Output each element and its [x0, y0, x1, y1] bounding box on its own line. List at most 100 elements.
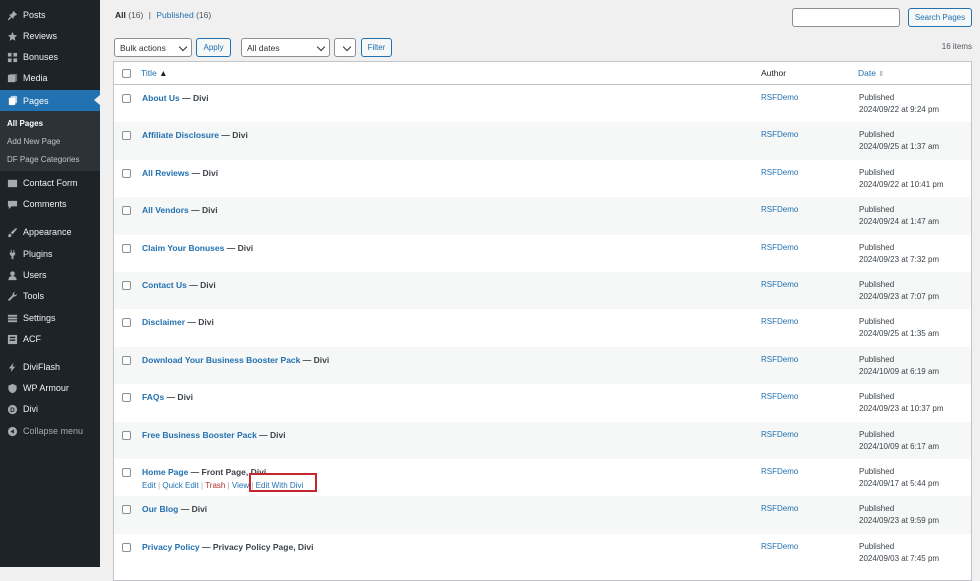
- sidebar-item-reviews[interactable]: Reviews: [0, 26, 100, 46]
- dates-select[interactable]: All dates: [241, 38, 330, 57]
- sidebar-item-users[interactable]: Users: [0, 265, 100, 285]
- row-checkbox[interactable]: [122, 206, 131, 216]
- row-author[interactable]: RSFDemo: [761, 130, 798, 139]
- sidebar-item-media[interactable]: Media: [0, 68, 100, 88]
- sidebar-item-pages[interactable]: Pages: [0, 90, 100, 111]
- sidebar-item-settings[interactable]: Settings: [0, 308, 100, 328]
- search-input[interactable]: [792, 8, 900, 27]
- row-checkbox[interactable]: [122, 355, 131, 365]
- row-checkbox[interactable]: [122, 393, 131, 403]
- page-title-link[interactable]: Contact Us: [142, 280, 187, 290]
- page-title-link[interactable]: Home Page: [142, 467, 188, 477]
- submenu-df-page-categories[interactable]: DF Page Categories: [7, 155, 79, 164]
- sidebar-item-posts[interactable]: Posts: [0, 5, 100, 25]
- row-title: About Us — Divi: [142, 93, 209, 103]
- action-sep: |: [158, 480, 161, 490]
- row-checkbox[interactable]: [122, 168, 131, 178]
- sidebar-item-appearance[interactable]: Appearance: [0, 222, 100, 242]
- row-checkbox[interactable]: [122, 318, 131, 328]
- select-all-checkbox[interactable]: [122, 69, 131, 78]
- bulk-actions-select[interactable]: Bulk actions: [114, 38, 192, 57]
- row-checkbox[interactable]: [122, 430, 131, 440]
- row-title: All Vendors — Divi: [142, 205, 218, 215]
- column-date[interactable]: Date ⇕: [858, 68, 884, 78]
- row-author[interactable]: RSFDemo: [761, 280, 798, 289]
- row-title: Affiliate Disclosure — Divi: [142, 130, 248, 140]
- sidebar-item-label: WP Armour: [23, 383, 69, 393]
- row-title: Claim Your Bonuses — Divi: [142, 243, 253, 253]
- sidebar-item-plugins[interactable]: Plugins: [0, 244, 100, 264]
- page-title-link[interactable]: Our Blog: [142, 504, 178, 514]
- page-title-link[interactable]: Privacy Policy: [142, 542, 200, 552]
- row-author[interactable]: RSFDemo: [761, 355, 798, 364]
- apply-button[interactable]: Apply: [196, 38, 231, 57]
- row-checkbox[interactable]: [122, 280, 131, 290]
- filter-published[interactable]: Published: [156, 10, 193, 20]
- page-state: — Divi: [186, 279, 216, 290]
- sidebar-item-collapse-menu[interactable]: Collapse menu: [0, 421, 100, 441]
- table-body: About Us — Divi RSFDemo Published 2024/09/2…: [114, 85, 971, 571]
- page-title-link[interactable]: Free Business Booster Pack: [142, 430, 257, 440]
- row-checkbox[interactable]: [122, 505, 131, 515]
- filter-separator: |: [148, 10, 151, 20]
- submenu-add-new-page[interactable]: Add New Page: [7, 137, 60, 146]
- view-link[interactable]: View: [232, 481, 249, 490]
- page-state: — Divi: [179, 93, 209, 103]
- sidebar-item-label: Users: [23, 270, 47, 280]
- sidebar-item-tools[interactable]: Tools: [0, 286, 100, 306]
- row-status: Published: [859, 242, 895, 252]
- page-title-link[interactable]: Disclaimer: [142, 317, 185, 327]
- page-title-link[interactable]: Affiliate Disclosure: [142, 130, 219, 140]
- row-date: Published 2024/09/23 at 7:32 pm: [859, 242, 939, 266]
- sidebar-item-bonuses[interactable]: Bonuses: [0, 47, 100, 67]
- sidebar-item-comments[interactable]: Comments: [0, 194, 100, 214]
- row-author[interactable]: RSFDemo: [761, 243, 798, 252]
- page-title-link[interactable]: Download Your Business Booster Pack: [142, 355, 300, 365]
- quick-edit-link[interactable]: Quick Edit: [162, 481, 198, 490]
- row-author[interactable]: RSFDemo: [761, 392, 798, 401]
- submenu-all-pages[interactable]: All Pages: [7, 119, 43, 128]
- row-date-value: 2024/09/22 at 10:41 pm: [859, 179, 944, 189]
- page-state: — Divi: [219, 130, 248, 141]
- sidebar-item-wp-armour[interactable]: WP Armour: [0, 378, 100, 398]
- page-title-link[interactable]: About Us: [142, 93, 180, 103]
- filter-button[interactable]: Filter: [361, 38, 392, 57]
- sidebar-item-acf[interactable]: ACF: [0, 329, 100, 349]
- row-checkbox[interactable]: [122, 243, 131, 253]
- row-checkbox[interactable]: [122, 467, 131, 477]
- row-date-value: 2024/09/23 at 7:32 pm: [859, 254, 940, 264]
- row-author[interactable]: RSFDemo: [761, 93, 798, 102]
- page-state: — Divi: [178, 504, 208, 515]
- sidebar-item-diviflash[interactable]: DiviFlash: [0, 357, 100, 377]
- row-author[interactable]: RSFDemo: [761, 205, 798, 214]
- filter-all[interactable]: All: [115, 10, 126, 20]
- page-title-link[interactable]: All Reviews: [142, 168, 189, 178]
- table-row: Claim Your Bonuses — Divi RSFDemo Publishe…: [114, 235, 971, 272]
- page-title-link[interactable]: All Vendors: [142, 205, 189, 215]
- row-date-value: 2024/10/09 at 6:19 am: [859, 366, 940, 376]
- sidebar-item-divi[interactable]: D Divi: [0, 399, 100, 419]
- sidebar-item-contact-form[interactable]: Contact Form: [0, 173, 100, 193]
- page-state: — Divi: [185, 317, 214, 328]
- row-author[interactable]: RSFDemo: [761, 168, 798, 177]
- row-author[interactable]: RSFDemo: [761, 467, 798, 476]
- row-checkbox[interactable]: [122, 94, 131, 103]
- page-title-link[interactable]: FAQs: [142, 392, 164, 402]
- row-title: Disclaimer — Divi: [142, 317, 214, 327]
- row-checkbox[interactable]: [122, 542, 131, 552]
- search-pages-button[interactable]: Search Pages: [908, 8, 972, 27]
- category-select[interactable]: [334, 38, 356, 57]
- row-status: Published: [859, 317, 895, 327]
- row-author[interactable]: RSFDemo: [761, 317, 798, 326]
- row-date-value: 2024/09/24 at 1:47 am: [859, 217, 940, 227]
- table-row: About Us — Divi RSFDemo Published 2024/09/2…: [114, 85, 971, 122]
- page-title-link[interactable]: Claim Your Bonuses: [142, 243, 224, 253]
- column-title[interactable]: Title ▲: [141, 68, 168, 78]
- row-author[interactable]: RSFDemo: [761, 504, 798, 513]
- row-checkbox[interactable]: [122, 131, 131, 141]
- row-author[interactable]: RSFDemo: [761, 542, 798, 551]
- row-author[interactable]: RSFDemo: [761, 430, 798, 439]
- trash-link[interactable]: Trash: [205, 481, 225, 490]
- page-state: — Divi: [189, 167, 219, 178]
- edit-link[interactable]: Edit: [142, 481, 156, 490]
